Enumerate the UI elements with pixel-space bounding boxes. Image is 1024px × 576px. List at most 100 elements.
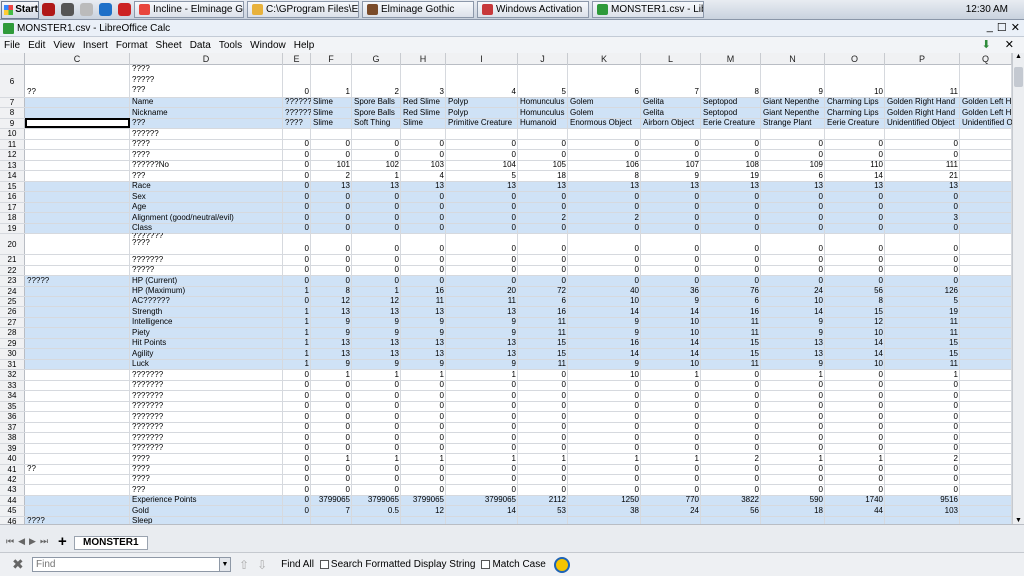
cell[interactable]: ???????	[130, 422, 283, 432]
cell[interactable]: 11	[518, 359, 568, 369]
cell[interactable]	[568, 516, 641, 524]
cell[interactable]: Septopod	[701, 108, 761, 118]
cell[interactable]: 12	[352, 296, 401, 306]
cell[interactable]: ???	[130, 171, 283, 181]
cell[interactable]: 1	[311, 454, 352, 464]
cell[interactable]: 0	[761, 443, 825, 453]
cell[interactable]: 11	[701, 328, 761, 338]
cell[interactable]	[25, 108, 130, 118]
cell[interactable]: 8	[568, 171, 641, 181]
cell[interactable]: ????	[130, 150, 283, 160]
find-previous-icon[interactable]: ⇧	[239, 558, 249, 572]
cell[interactable]: 0	[568, 443, 641, 453]
cell[interactable]: 0	[401, 391, 446, 401]
cell[interactable]: 0	[885, 139, 960, 149]
cell[interactable]: 0	[761, 244, 825, 254]
menu-insert[interactable]: Insert	[79, 40, 112, 51]
cell[interactable]: 0	[761, 276, 825, 286]
cell[interactable]: 14	[568, 307, 641, 317]
next-sheet-icon[interactable]: ▶	[29, 536, 36, 547]
cell[interactable]: 0	[701, 255, 761, 265]
row-header[interactable]: 26	[0, 307, 25, 317]
cell[interactable]: 0	[761, 255, 825, 265]
cell[interactable]	[960, 213, 1012, 223]
menu-sheet[interactable]: Sheet	[152, 40, 186, 51]
cell[interactable]: 0	[761, 412, 825, 422]
cell[interactable]: 15	[518, 338, 568, 348]
cell[interactable]: 13	[352, 349, 401, 359]
cell[interactable]: 0	[283, 443, 311, 453]
cell[interactable]: 0	[283, 255, 311, 265]
cell[interactable]	[960, 202, 1012, 212]
cell[interactable]	[25, 213, 130, 223]
cell[interactable]: 0	[446, 223, 518, 233]
cell[interactable]: Intelligence	[130, 317, 283, 327]
cell[interactable]: 0	[761, 213, 825, 223]
cell[interactable]: 0	[568, 255, 641, 265]
column-header-j[interactable]: J	[518, 53, 568, 65]
cell[interactable]: Golden Right Hand	[885, 97, 960, 107]
cell[interactable]: 0	[825, 202, 885, 212]
cell[interactable]: 0	[283, 412, 311, 422]
cell[interactable]: Spore Balls	[352, 108, 401, 118]
cell[interactable]: 0	[701, 150, 761, 160]
cell[interactable]	[960, 171, 1012, 181]
cell[interactable]: 9	[311, 328, 352, 338]
cell[interactable]: 0	[401, 213, 446, 223]
cell[interactable]: 0	[641, 422, 701, 432]
cell[interactable]: 0	[568, 422, 641, 432]
cell[interactable]: Strength	[130, 307, 283, 317]
find-dropdown-icon[interactable]: ▼	[220, 557, 231, 572]
cell[interactable]: 0	[283, 495, 311, 505]
cell[interactable]: 15	[885, 349, 960, 359]
cell[interactable]: 0	[352, 202, 401, 212]
row-header[interactable]: 40	[0, 454, 25, 464]
row-header[interactable]: 42	[0, 474, 25, 485]
cell[interactable]: 0	[311, 401, 352, 411]
cell[interactable]: 0	[446, 422, 518, 432]
cell[interactable]: 13	[885, 181, 960, 191]
cell[interactable]: 0	[568, 244, 641, 254]
cell[interactable]: 0	[446, 213, 518, 223]
cell[interactable]: 0	[311, 255, 352, 265]
cell[interactable]: 21	[885, 171, 960, 181]
cell[interactable]: 40	[568, 286, 641, 296]
cell[interactable]: 0	[401, 150, 446, 160]
row-header[interactable]: 12	[0, 150, 25, 160]
cell[interactable]: 0	[352, 265, 401, 275]
cell[interactable]: 0	[283, 181, 311, 191]
cell[interactable]: 36	[641, 286, 701, 296]
cell[interactable]: 13	[761, 349, 825, 359]
cell[interactable]: 12	[311, 296, 352, 306]
cell[interactable]	[25, 412, 130, 422]
row-header[interactable]: 44	[0, 495, 25, 506]
cell[interactable]: 7	[641, 87, 701, 97]
cell[interactable]	[25, 150, 130, 160]
cell[interactable]: 1	[641, 454, 701, 464]
app-icon[interactable]	[99, 3, 112, 16]
cell[interactable]: 8	[311, 286, 352, 296]
cell[interactable]: HP (Maximum)	[130, 286, 283, 296]
cell[interactable]: 8	[701, 87, 761, 97]
taskbar-window-button[interactable]: MONSTER1.csv - Lib...	[592, 1, 704, 18]
cell[interactable]	[25, 359, 130, 369]
cell[interactable]	[25, 317, 130, 327]
cell[interactable]: 20	[446, 286, 518, 296]
row-header[interactable]: 21	[0, 255, 25, 265]
cell[interactable]: Polyp	[446, 97, 518, 107]
cell[interactable]: 56	[825, 286, 885, 296]
cell[interactable]: 0	[761, 223, 825, 233]
cell[interactable]: 1	[352, 370, 401, 380]
cell[interactable]	[518, 516, 568, 524]
cell[interactable]: 0	[568, 485, 641, 495]
cell[interactable]: Humanoid	[518, 118, 568, 128]
cell[interactable]: 0	[885, 223, 960, 233]
cell[interactable]: 0	[518, 485, 568, 495]
cell[interactable]: 14	[568, 349, 641, 359]
cell[interactable]: 1	[518, 454, 568, 464]
row-header[interactable]: 28	[0, 328, 25, 338]
cell[interactable]	[701, 129, 761, 139]
cell[interactable]: 0	[352, 150, 401, 160]
cell[interactable]: 9	[311, 359, 352, 369]
cell[interactable]: Agility	[130, 349, 283, 359]
